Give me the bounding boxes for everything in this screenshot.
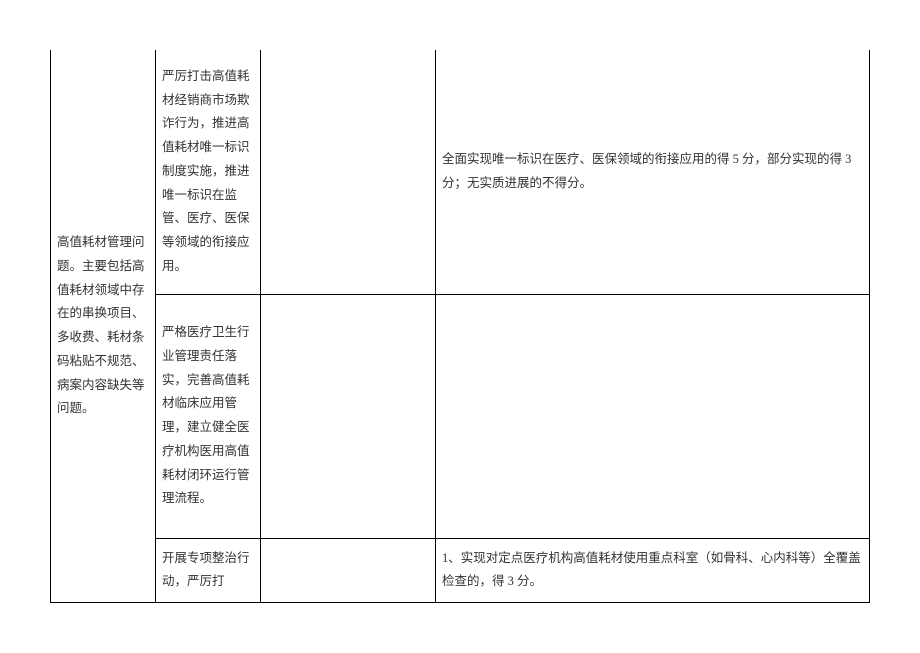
col1-merged-cell: 高值耗材管理问题。主要包括高值耗材领域中存在的串换项目、多收费、耗材条码粘贴不规… [51,50,156,603]
row3-col2-cell: 开展专项整治行动，严厉打 [156,538,261,603]
table-row: 高值耗材管理问题。主要包括高值耗材领域中存在的串换项目、多收费、耗材条码粘贴不规… [51,50,870,294]
row2-col4-cell [436,294,870,538]
row3-col3-cell [261,538,436,603]
row1-col3-cell [261,50,436,294]
row1-col2-cell: 严厉打击高值耗材经销商市场欺诈行为，推进高值耗材唯一标识制度实施，推进唯一标识在… [156,50,261,294]
row2-col2-cell: 严格医疗卫生行业管理责任落实，完善高值耗材临床应用管理，建立健全医疗机构医用高值… [156,294,261,538]
table-row: 严格医疗卫生行业管理责任落实，完善高值耗材临床应用管理，建立健全医疗机构医用高值… [51,294,870,538]
row3-col4-cell: 1、实现对定点医疗机构高值耗材使用重点科室（如骨科、心内科等）全覆盖检查的，得 … [436,538,870,603]
table-row: 开展专项整治行动，严厉打 1、实现对定点医疗机构高值耗材使用重点科室（如骨科、心… [51,538,870,603]
document-table: 高值耗材管理问题。主要包括高值耗材领域中存在的串换项目、多收费、耗材条码粘贴不规… [50,50,870,603]
row1-col4-cell: 全面实现唯一标识在医疗、医保领域的衔接应用的得 5 分，部分实现的得 3 分；无… [436,50,870,294]
row2-col3-cell [261,294,436,538]
